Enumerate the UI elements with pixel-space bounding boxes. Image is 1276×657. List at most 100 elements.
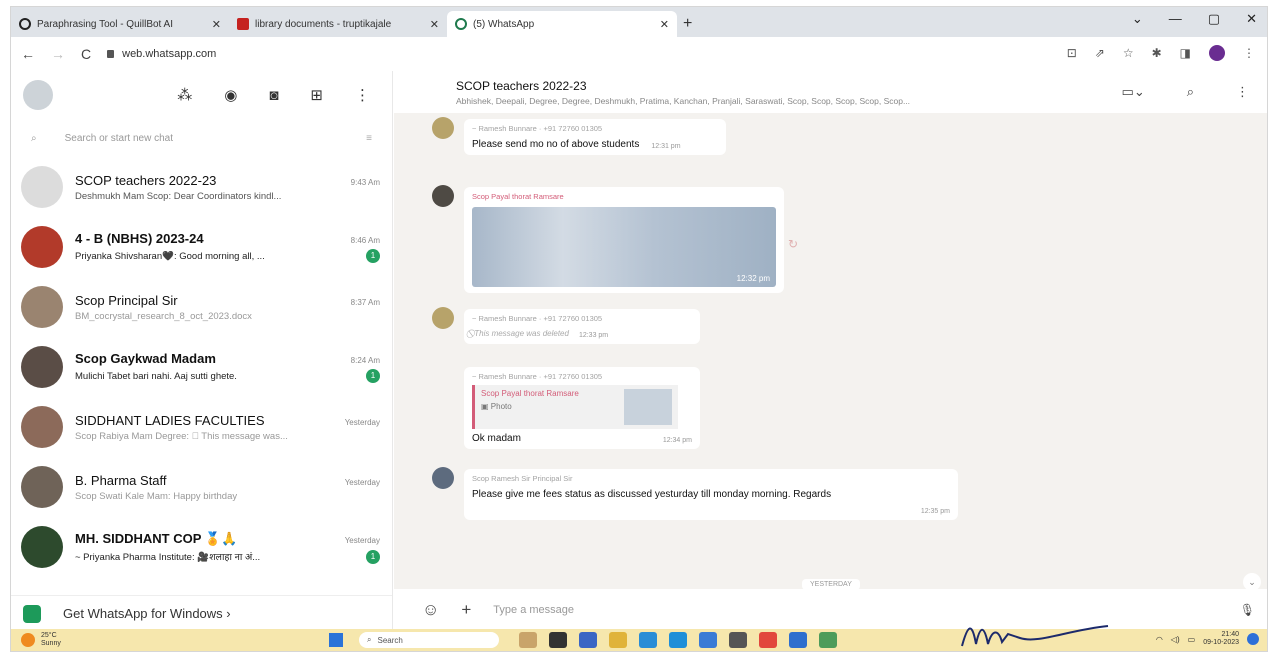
- avatar[interactable]: [23, 80, 53, 110]
- profile-avatar[interactable]: [1209, 45, 1225, 61]
- chat-list-item[interactable]: SCOP teachers 2022-23 9:43 Am Deshmukh Mam…: [11, 157, 392, 217]
- url-text: web.whatsapp.com: [122, 48, 217, 60]
- chat-list-pane: ⁂ ◉ ◙ ⊞ ⋮ ⌕ Search or start new chat ≡ S…: [11, 71, 393, 631]
- tab-title: Paraphrasing Tool - QuillBot AI: [37, 18, 174, 30]
- sender-avatar[interactable]: [432, 117, 454, 139]
- widgets-icon[interactable]: [519, 632, 537, 648]
- avatar[interactable]: [21, 166, 63, 208]
- weather-widget[interactable]: 25°C Sunny: [21, 632, 61, 648]
- chat-time: 8:37 Am: [350, 297, 380, 307]
- chat-search[interactable]: ⌕ Search or start new chat ≡: [11, 119, 392, 157]
- avatar[interactable]: [21, 286, 63, 328]
- message-time: 12:32 pm: [736, 274, 770, 283]
- tab-whatsapp[interactable]: (5) WhatsApp ✕: [447, 11, 677, 37]
- tab-gmail[interactable]: library documents - truptikajale ✕: [229, 11, 447, 37]
- chat-time: 8:24 Am: [350, 356, 380, 365]
- photo-thumbnail[interactable]: 12:32 pm: [472, 207, 776, 287]
- share-icon[interactable]: ⇗: [1095, 46, 1105, 60]
- search-icon[interactable]: ⌕: [1187, 84, 1194, 100]
- windows-app-icon: [23, 604, 41, 623]
- file-explorer-icon[interactable]: [609, 632, 627, 648]
- menu-icon[interactable]: ⋮: [355, 86, 370, 104]
- sender-avatar[interactable]: [432, 185, 454, 207]
- conversation-header[interactable]: SCOP teachers 2022-23 Abhishek, Deepali,…: [394, 71, 1267, 113]
- menu-icon[interactable]: ⋮: [1243, 46, 1255, 60]
- status-icon[interactable]: ◉: [224, 86, 237, 104]
- battery-icon[interactable]: ▭: [1188, 635, 1196, 644]
- start-button-icon[interactable]: [329, 633, 343, 647]
- chat-list-item[interactable]: MH. SIDDHANT COP 🏅🙏 Yesterday ~ Priyanka P…: [11, 517, 392, 577]
- message-text: Please send mo no of above students: [472, 139, 640, 150]
- chat-list-item[interactable]: Scop Principal Sir 8:37 Am BM_cocrystal_re…: [11, 277, 392, 337]
- tab-quillbot[interactable]: Paraphrasing Tool - QuillBot AI ✕: [11, 11, 229, 37]
- avatar[interactable]: [21, 226, 63, 268]
- chat-app-icon[interactable]: [579, 632, 597, 648]
- sun-icon: [21, 633, 35, 647]
- filter-icon[interactable]: ≡: [366, 133, 372, 144]
- avatar[interactable]: [21, 526, 63, 568]
- camera-icon[interactable]: [729, 632, 747, 648]
- new-tab-button[interactable]: +: [683, 11, 692, 37]
- message-bubble[interactable]: Scop Ramesh Sir Principal Sir Please giv…: [464, 469, 958, 520]
- google-lens-icon[interactable]: ⊡: [1067, 46, 1077, 60]
- sender-avatar[interactable]: [432, 307, 454, 329]
- quoted-message[interactable]: Scop Payal thorat Ramsare ▣ Photo: [472, 385, 678, 429]
- chat-list-item[interactable]: 4 - B (NBHS) 2023-24 8:46 Am Priyanka Shiv…: [11, 217, 392, 277]
- avatar[interactable]: [21, 346, 63, 388]
- chat-list-item[interactable]: B. Pharma Staff Yesterday Scop Swati Kale …: [11, 457, 392, 517]
- message-input[interactable]: Type a message: [493, 604, 1217, 616]
- forward-icon[interactable]: ↻: [788, 237, 798, 251]
- chat-name: MH. SIDDHANT COP 🏅🙏: [75, 530, 238, 546]
- get-whatsapp-banner[interactable]: Get WhatsApp for Windows ›: [11, 595, 392, 631]
- side-panel-icon[interactable]: ◨: [1180, 46, 1191, 60]
- url-field[interactable]: web.whatsapp.com: [107, 48, 216, 60]
- reply-message[interactable]: ~ Ramesh Bunnare · +91 72760 01305 Scop …: [464, 367, 700, 449]
- bookmark-star-icon[interactable]: ☆: [1123, 46, 1134, 60]
- maximize-icon[interactable]: ▢: [1208, 11, 1220, 27]
- app-icon[interactable]: [819, 632, 837, 648]
- attach-icon[interactable]: +: [461, 600, 471, 620]
- extensions-icon[interactable]: ✱: [1152, 46, 1162, 60]
- taskbar-search[interactable]: ⌕ Search: [359, 632, 499, 648]
- channels-icon[interactable]: ◙: [269, 87, 278, 104]
- search-input[interactable]: Search or start new chat: [65, 133, 173, 144]
- minimize-icon[interactable]: —: [1169, 11, 1182, 27]
- wifi-icon[interactable]: ◠: [1156, 635, 1163, 644]
- avatar[interactable]: [21, 466, 63, 508]
- message-time: 12:35 pm: [920, 508, 950, 515]
- menu-icon[interactable]: ⋮: [1236, 84, 1249, 100]
- close-tab-icon[interactable]: ✕: [430, 18, 439, 31]
- back-icon[interactable]: ←: [21, 46, 35, 62]
- get-whatsapp-link[interactable]: Get WhatsApp for Windows ›: [63, 606, 231, 621]
- new-chat-icon[interactable]: ⊞: [310, 86, 323, 104]
- notification-icon[interactable]: [1247, 633, 1259, 645]
- chrome-icon[interactable]: [759, 632, 777, 648]
- microphone-icon[interactable]: 🎙: [1240, 603, 1255, 617]
- avatar[interactable]: [21, 406, 63, 448]
- communities-icon[interactable]: ⁂: [177, 86, 192, 104]
- edge-icon[interactable]: [669, 632, 687, 648]
- outlook-icon[interactable]: [699, 632, 717, 648]
- forward-icon[interactable]: →: [51, 46, 65, 62]
- close-tab-icon[interactable]: ✕: [212, 18, 221, 31]
- store-icon[interactable]: [639, 632, 657, 648]
- deleted-message[interactable]: ~ Ramesh Bunnare · +91 72760 01305 ⃠ Thi…: [464, 309, 700, 344]
- video-call-icon[interactable]: ▭⌄: [1122, 84, 1145, 100]
- weather-condition: Sunny: [41, 640, 61, 647]
- volume-icon[interactable]: ◁): [1171, 635, 1180, 644]
- word-icon[interactable]: [789, 632, 807, 648]
- photo-message[interactable]: Scop Payal thorat Ramsare 12:32 pm: [464, 187, 784, 293]
- reload-icon[interactable]: C: [81, 46, 91, 62]
- clock[interactable]: 21:40 09-10-2023: [1203, 631, 1239, 647]
- close-window-icon[interactable]: ✕: [1246, 11, 1257, 27]
- photo-icon: ▣: [481, 402, 491, 411]
- tab-search-icon[interactable]: ⌄: [1132, 11, 1143, 27]
- close-tab-icon[interactable]: ✕: [660, 18, 669, 31]
- chat-list-item[interactable]: Scop Gaykwad Madam 8:24 Am Mulichi Tabet b…: [11, 337, 392, 397]
- emoji-icon[interactable]: ☺: [422, 600, 439, 620]
- message-bubble[interactable]: ~ Ramesh Bunnare · +91 72760 01305 Pleas…: [464, 119, 726, 155]
- sender-avatar[interactable]: [432, 467, 454, 489]
- address-bar: ← → C web.whatsapp.com ⊡ ⇗ ☆ ✱ ◨ ⋮: [11, 37, 1267, 71]
- task-view-icon[interactable]: [549, 632, 567, 648]
- chat-list-item[interactable]: SIDDHANT LADIES FACULTIES Yesterday Scop R…: [11, 397, 392, 457]
